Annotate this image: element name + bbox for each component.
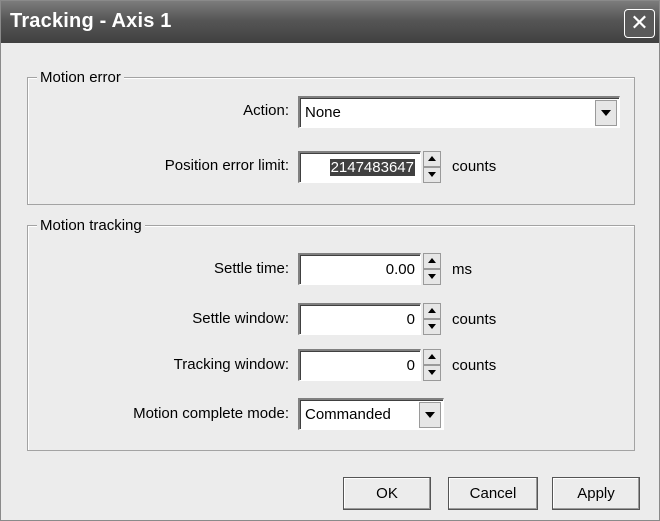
motion-tracking-legend: Motion tracking [37, 217, 145, 234]
close-icon: ✕ [630, 10, 649, 35]
position-error-limit-label: Position error limit: [164, 157, 289, 174]
settle-time-value: 0.00 [385, 261, 415, 278]
arrow-down-icon [428, 370, 436, 375]
motion-complete-mode-dropdown[interactable]: Commanded [298, 398, 444, 430]
arrow-up-icon [428, 258, 436, 263]
position-error-limit-input[interactable]: 2147483647 [298, 151, 421, 183]
spin-down-button[interactable] [423, 167, 441, 183]
arrow-down-icon [428, 324, 436, 329]
chevron-down-icon [425, 412, 435, 418]
tracking-window-value: 0 [406, 357, 415, 374]
settle-time-unit: ms [452, 261, 472, 278]
window-title: Tracking - Axis 1 [10, 10, 172, 32]
tracking-window-label: Tracking window: [173, 356, 289, 373]
arrow-down-icon [428, 274, 436, 279]
settle-window-spinner[interactable] [423, 303, 441, 335]
settle-time-spinner[interactable] [423, 253, 441, 285]
cancel-button[interactable]: Cancel [448, 477, 538, 510]
chevron-down-icon [601, 110, 611, 116]
arrow-down-icon [428, 172, 436, 177]
motion-complete-mode-label: Motion complete mode: [133, 405, 289, 422]
action-dropdown[interactable]: None [298, 96, 620, 128]
arrow-up-icon [428, 156, 436, 161]
settle-window-input[interactable]: 0 [298, 303, 421, 335]
spin-up-button[interactable] [423, 253, 441, 269]
position-error-limit-unit: counts [452, 158, 497, 175]
settle-window-value: 0 [406, 311, 415, 328]
position-error-limit-value: 2147483647 [329, 159, 415, 176]
title-bar: Tracking - Axis 1 ✕ [1, 1, 659, 43]
action-dropdown-button[interactable] [595, 100, 617, 126]
settle-time-label: Settle time: [213, 260, 289, 277]
arrow-up-icon [428, 308, 436, 313]
apply-button[interactable]: Apply [552, 477, 640, 510]
tracking-window-input[interactable]: 0 [298, 349, 421, 381]
action-label: Action: [243, 102, 289, 119]
spin-up-button[interactable] [423, 303, 441, 319]
settle-time-input[interactable]: 0.00 [298, 253, 421, 285]
spin-down-button[interactable] [423, 319, 441, 335]
tracking-dialog: Tracking - Axis 1 ✕ Motion error Action:… [0, 0, 660, 521]
close-button[interactable]: ✕ [624, 9, 655, 38]
tracking-window-unit: counts [452, 357, 497, 374]
action-value: None [305, 104, 341, 121]
motion-error-legend: Motion error [37, 69, 124, 86]
ok-button[interactable]: OK [343, 477, 431, 510]
motion-complete-mode-dropdown-button[interactable] [419, 402, 441, 428]
spin-up-button[interactable] [423, 349, 441, 365]
motion-complete-mode-value: Commanded [305, 406, 391, 423]
position-error-limit-spinner[interactable] [423, 151, 441, 183]
spin-down-button[interactable] [423, 269, 441, 285]
settle-window-unit: counts [452, 311, 497, 328]
arrow-up-icon [428, 354, 436, 359]
tracking-window-spinner[interactable] [423, 349, 441, 381]
spin-up-button[interactable] [423, 151, 441, 167]
spin-down-button[interactable] [423, 365, 441, 381]
settle-window-label: Settle window: [192, 310, 289, 327]
